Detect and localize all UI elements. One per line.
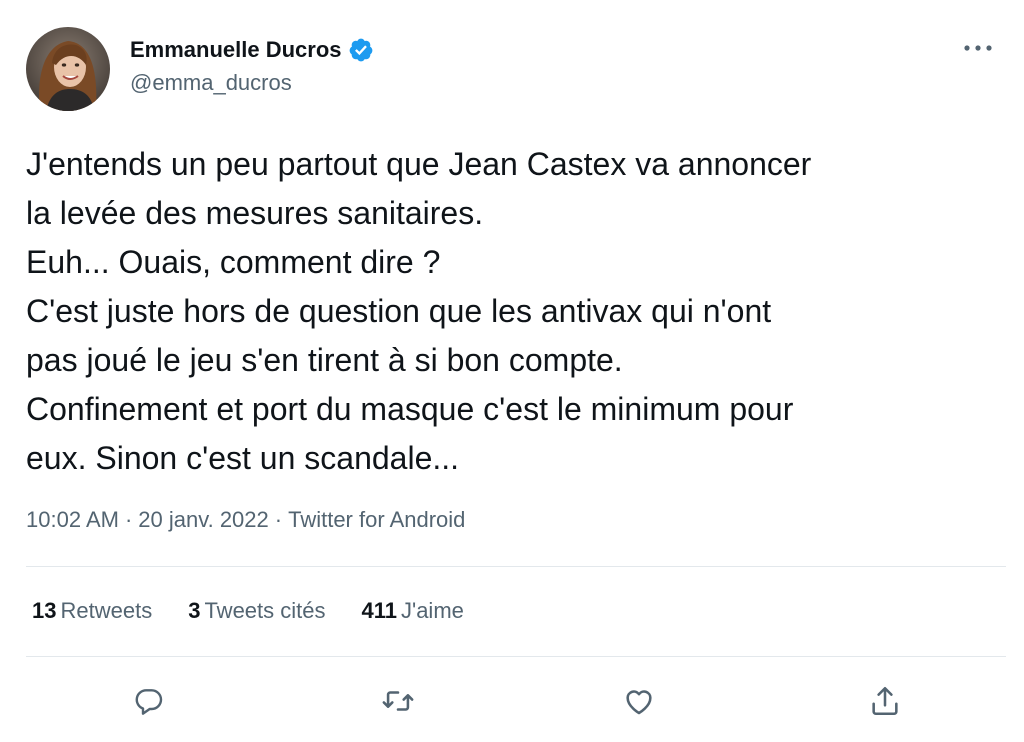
reply-button[interactable]	[126, 678, 172, 724]
divider	[26, 566, 1006, 567]
tweet-text: J'entends un peu partout que Jean Castex…	[26, 146, 812, 476]
share-button[interactable]	[862, 678, 908, 724]
quotes-count: 3	[188, 598, 201, 623]
likes-label: J'aime	[401, 598, 464, 623]
avatar[interactable]	[26, 27, 110, 111]
likes-stat[interactable]: 411 J'aime	[362, 598, 464, 624]
author-handle[interactable]: @emma_ducros	[130, 70, 374, 96]
meta-separator: ·	[274, 507, 283, 532]
like-icon	[626, 690, 652, 715]
likes-count: 411	[361, 598, 398, 623]
tweet-time[interactable]: 10:02 AM	[26, 507, 119, 533]
retweet-button[interactable]	[375, 678, 421, 724]
retweets-label: Retweets	[60, 598, 153, 623]
author-block: Emmanuelle Ducros @emma_ducros	[130, 34, 374, 96]
quotes-label: Tweets cités	[204, 598, 326, 623]
verified-badge-icon	[348, 37, 374, 63]
retweets-stat[interactable]: 13 Retweets	[32, 598, 152, 624]
name-row: Emmanuelle Ducros	[130, 34, 374, 66]
tweet-stats: 13 Retweets 3 Tweets cités 411 J'aime	[32, 598, 500, 624]
meta-separator: ·	[124, 507, 133, 532]
tweet-card: Emmanuelle Ducros @emma_ducros J'entends…	[0, 0, 1024, 742]
like-button[interactable]	[616, 678, 662, 724]
tweet-source[interactable]: Twitter for Android	[288, 507, 465, 533]
retweets-count: 13	[32, 598, 57, 623]
tweet-meta: 10:02 AM · 20 janv. 2022 · Twitter for A…	[26, 507, 465, 533]
reply-icon	[135, 689, 163, 715]
author-display-name[interactable]: Emmanuelle Ducros	[130, 37, 342, 63]
more-icon	[964, 45, 992, 51]
tweet-actions	[0, 678, 1024, 724]
avatar-image	[26, 27, 110, 111]
retweet-icon	[382, 691, 414, 711]
share-icon	[872, 686, 898, 716]
tweet-date[interactable]: 20 janv. 2022	[138, 507, 268, 533]
more-options-button[interactable]	[960, 36, 996, 60]
quotes-stat[interactable]: 3 Tweets cités	[188, 598, 325, 624]
divider	[26, 656, 1006, 657]
